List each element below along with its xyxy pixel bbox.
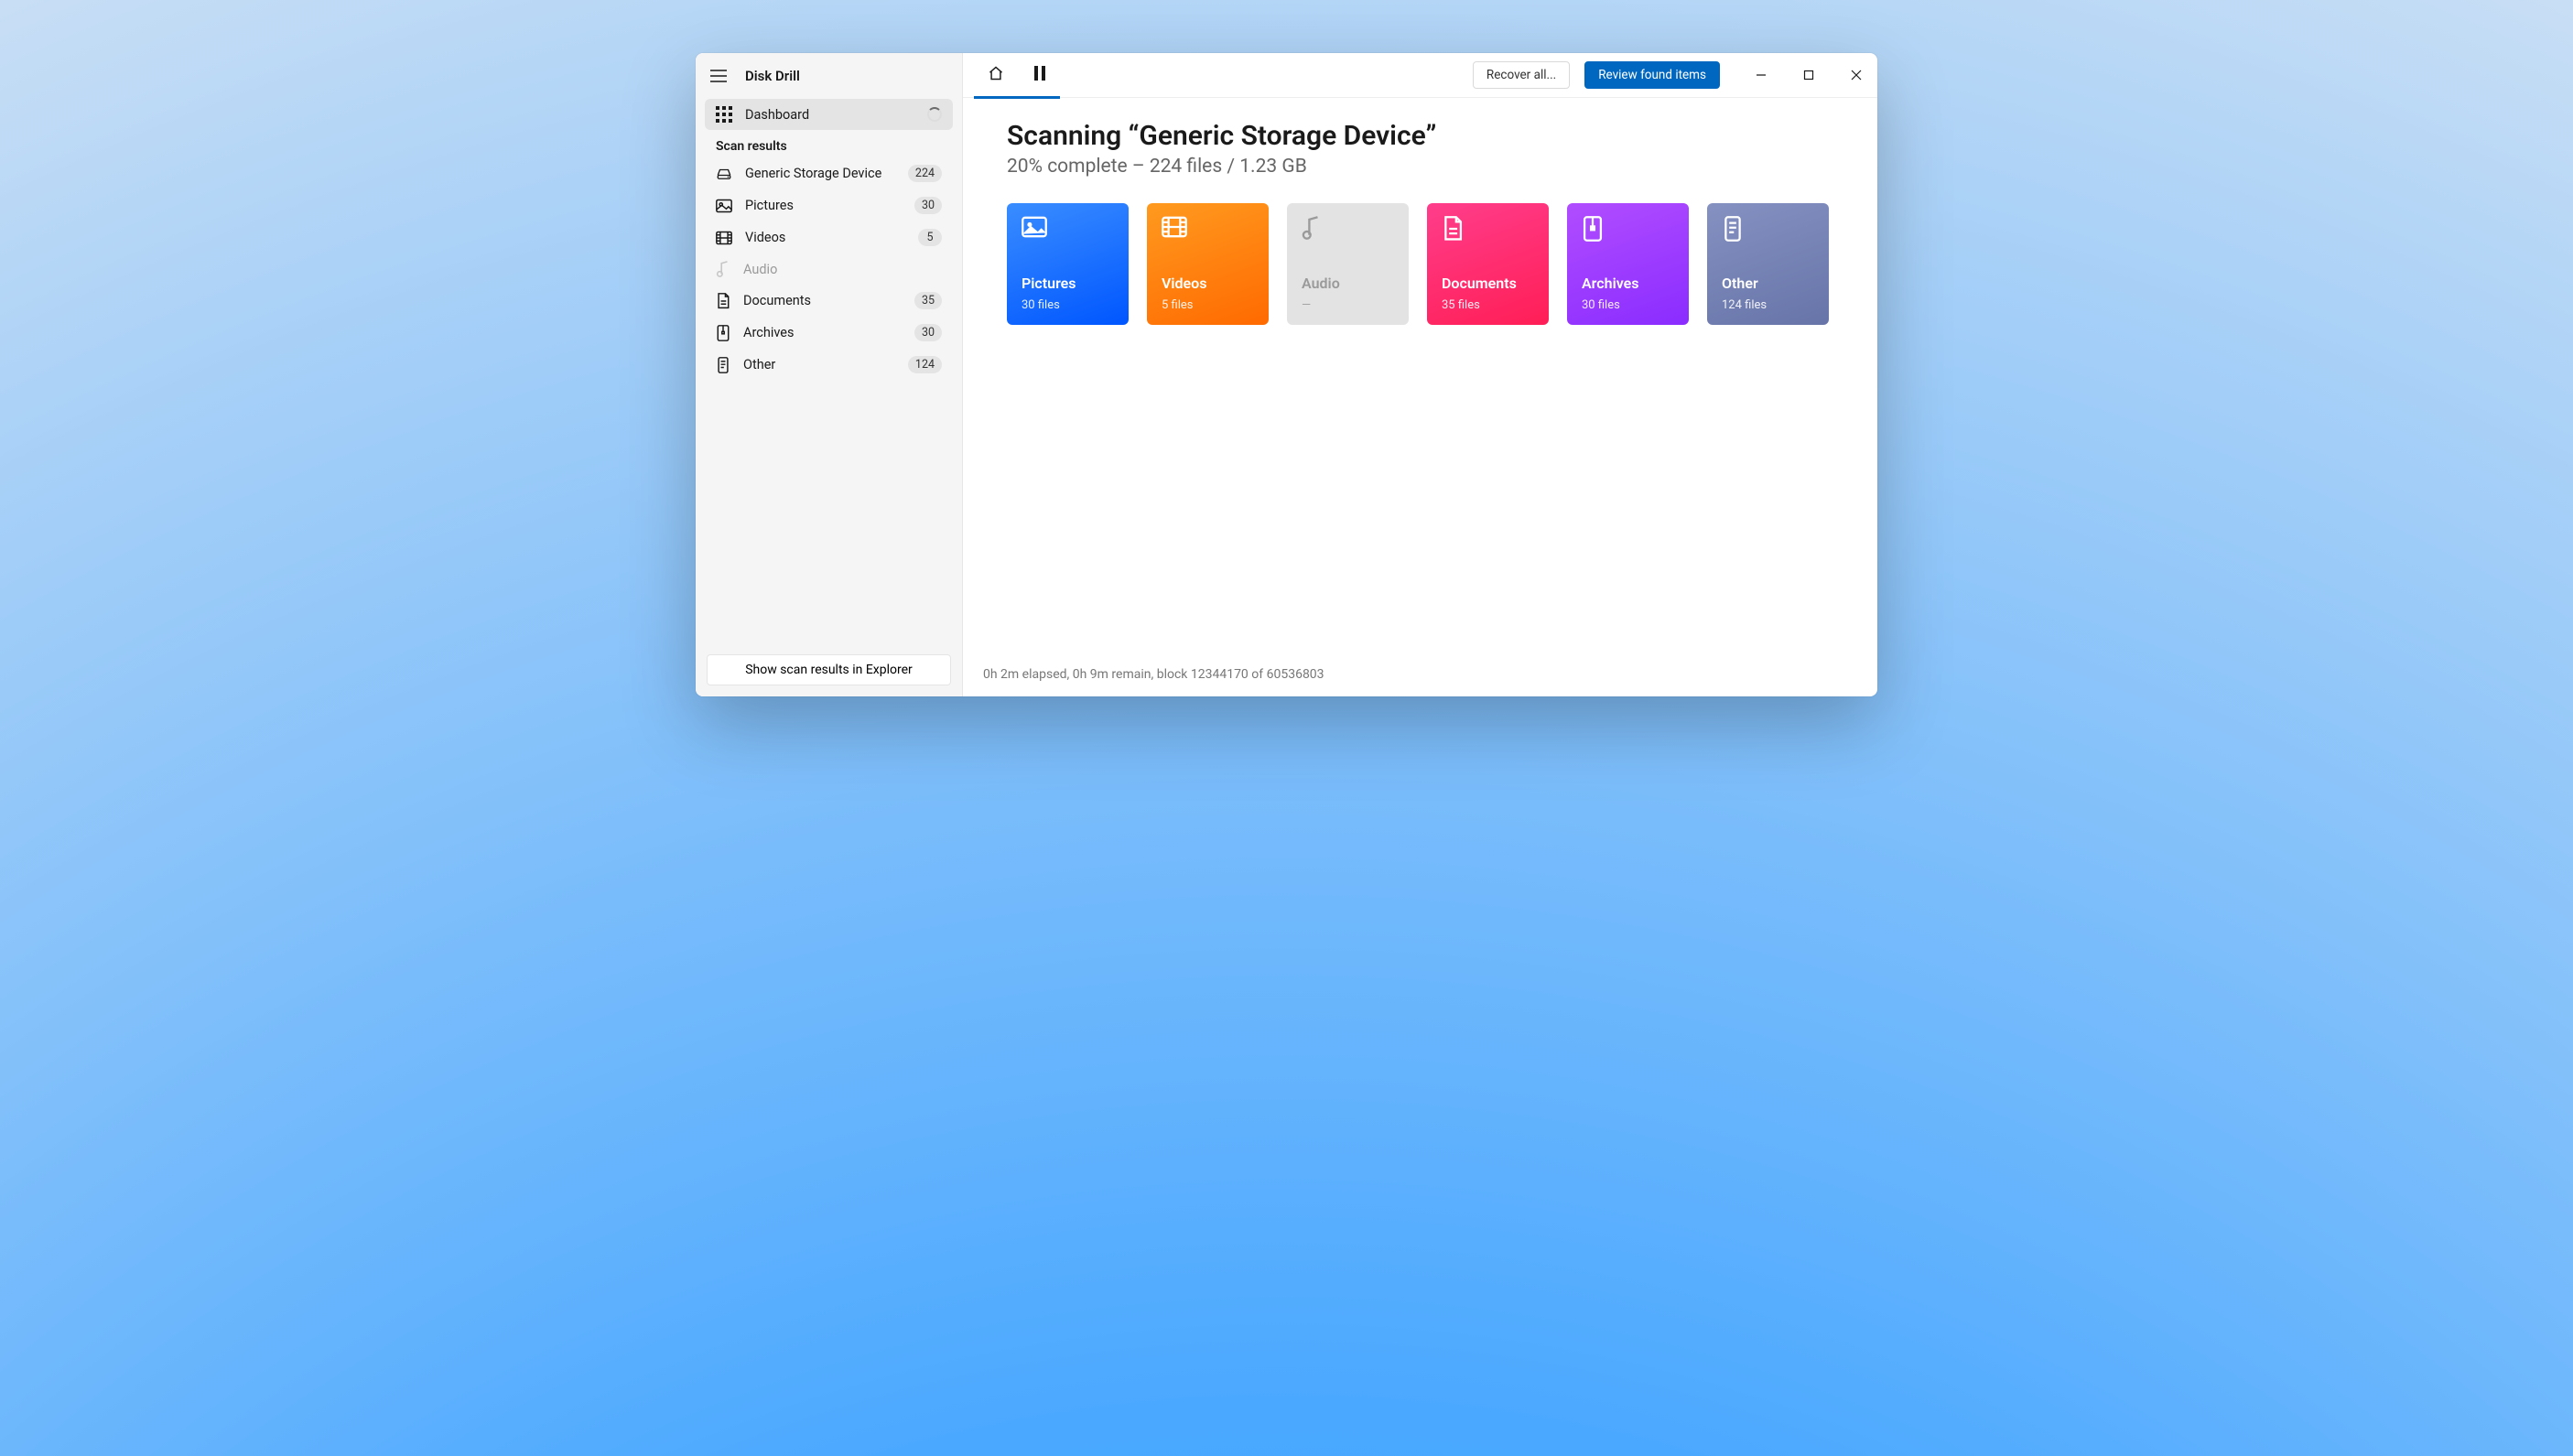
sidebar-item-audio[interactable]: Audio — [705, 253, 953, 285]
window-minimize-button[interactable] — [1740, 53, 1782, 98]
main-pane: Recover all... Review found items Scanni… — [963, 53, 1877, 696]
sidebar-item-label: Archives — [743, 325, 794, 340]
card-audio[interactable]: Audio — — [1287, 203, 1409, 325]
music-icon — [716, 261, 730, 277]
card-documents[interactable]: Documents 35 files — [1427, 203, 1549, 325]
sidebar-item-count: 5 — [918, 229, 942, 246]
film-icon — [716, 231, 732, 245]
recover-all-button[interactable]: Recover all... — [1473, 61, 1570, 89]
sidebar: Disk Drill Dashboard Scan results Generi… — [696, 53, 963, 696]
sidebar-item-label: Videos — [745, 230, 785, 245]
review-found-items-button[interactable]: Review found items — [1584, 61, 1720, 89]
pause-button[interactable] — [1018, 53, 1062, 98]
disk-icon — [716, 167, 732, 180]
file-icon — [1722, 228, 1744, 245]
show-in-explorer-button[interactable]: Show scan results in Explorer — [707, 654, 951, 685]
card-archives[interactable]: Archives 30 files — [1567, 203, 1689, 325]
card-sub: 124 files — [1722, 298, 1767, 312]
document-icon — [716, 293, 730, 309]
sidebar-item-count: 35 — [914, 292, 942, 309]
card-title: Audio — [1302, 275, 1340, 292]
sidebar-item-device[interactable]: Generic Storage Device 224 — [705, 157, 953, 189]
app-window: Disk Drill Dashboard Scan results Generi… — [696, 53, 1877, 696]
sidebar-item-other[interactable]: Other 124 — [705, 349, 953, 381]
document-icon — [1442, 228, 1464, 245]
archive-icon — [716, 325, 730, 341]
category-cards: Pictures 30 files Videos 5 files Audio — — [1007, 203, 1833, 325]
status-line: 0h 2m elapsed, 0h 9m remain, block 12344… — [963, 667, 1877, 696]
card-title: Videos — [1162, 275, 1206, 292]
sidebar-item-count: 30 — [914, 197, 942, 214]
card-sub: 30 files — [1022, 298, 1060, 312]
sidebar-item-documents[interactable]: Documents 35 — [705, 285, 953, 317]
sidebar-item-label: Dashboard — [745, 107, 809, 123]
card-sub: 30 files — [1582, 298, 1620, 312]
sidebar-item-videos[interactable]: Videos 5 — [705, 221, 953, 253]
sidebar-item-count: 30 — [914, 324, 942, 341]
tab-home[interactable] — [974, 53, 1018, 98]
sidebar-item-pictures[interactable]: Pictures 30 — [705, 189, 953, 221]
image-icon — [716, 199, 732, 213]
card-sub: 5 files — [1162, 298, 1194, 312]
minimize-icon — [1756, 67, 1767, 84]
home-icon — [988, 65, 1004, 85]
sidebar-item-label: Audio — [743, 262, 777, 277]
film-icon — [1162, 224, 1187, 242]
file-icon — [716, 357, 730, 373]
sidebar-item-label: Pictures — [745, 198, 794, 213]
music-icon — [1302, 226, 1322, 243]
sidebar-item-label: Generic Storage Device — [745, 166, 881, 181]
card-title: Other — [1722, 275, 1758, 292]
image-icon — [1022, 224, 1047, 242]
window-maximize-button[interactable] — [1788, 53, 1830, 98]
loading-spinner-icon — [927, 107, 942, 122]
sidebar-item-count: 124 — [908, 356, 942, 373]
sidebar-item-label: Other — [743, 357, 775, 372]
sidebar-item-label: Documents — [743, 293, 811, 308]
grid-icon — [716, 106, 732, 123]
card-sub: — — [1302, 298, 1311, 312]
close-icon — [1851, 67, 1862, 84]
sidebar-item-count: 224 — [908, 165, 942, 182]
app-title: Disk Drill — [745, 68, 800, 84]
maximize-icon — [1803, 67, 1814, 84]
window-close-button[interactable] — [1835, 53, 1877, 98]
card-title: Pictures — [1022, 275, 1076, 292]
sidebar-item-dashboard[interactable]: Dashboard — [705, 99, 953, 130]
card-videos[interactable]: Videos 5 files — [1147, 203, 1269, 325]
archive-icon — [1582, 228, 1604, 245]
card-other[interactable]: Other 124 files — [1707, 203, 1829, 325]
menu-button[interactable] — [708, 66, 729, 86]
card-title: Archives — [1582, 275, 1638, 292]
sidebar-item-archives[interactable]: Archives 30 — [705, 317, 953, 349]
card-pictures[interactable]: Pictures 30 files — [1007, 203, 1129, 325]
sidebar-section-scan-results: Scan results — [696, 130, 962, 157]
pause-icon — [1033, 66, 1046, 84]
progress-subtitle: 20% complete – 224 files / 1.23 GB — [1007, 156, 1833, 178]
card-sub: 35 files — [1442, 298, 1480, 312]
page-title: Scanning “Generic Storage Device” — [1007, 120, 1833, 152]
topbar: Recover all... Review found items — [963, 53, 1877, 98]
card-title: Documents — [1442, 275, 1517, 292]
